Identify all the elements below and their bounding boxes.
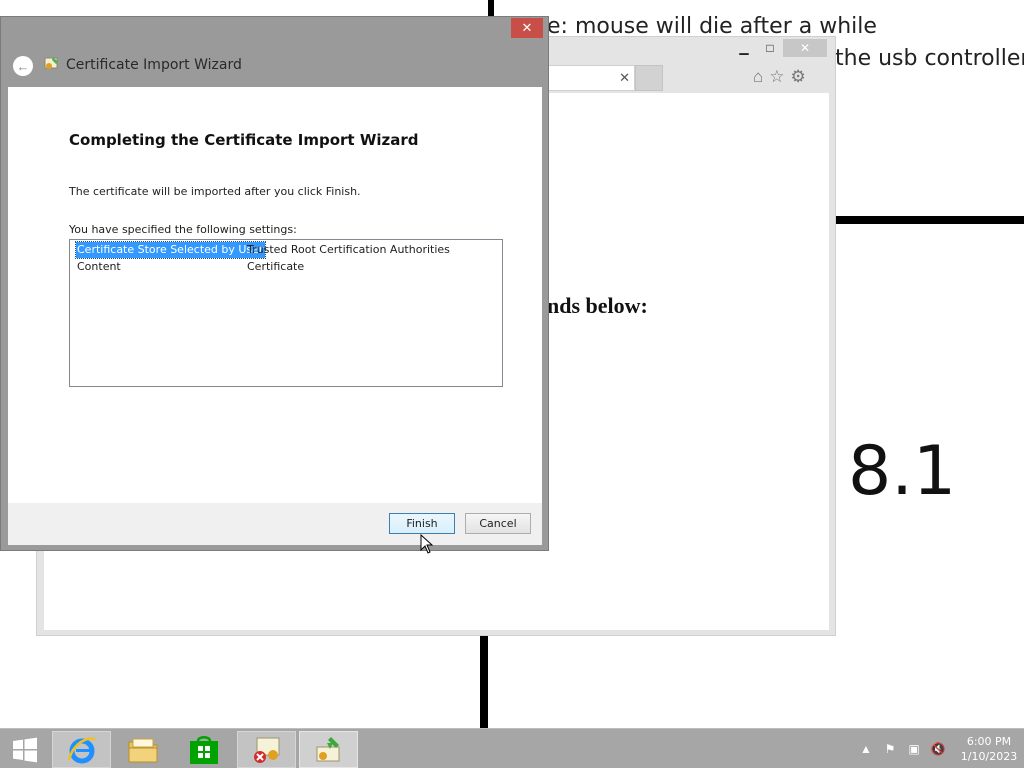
show-hidden-icons-chevron-icon[interactable]: ▲ [854, 737, 878, 761]
tab-close-icon[interactable]: ✕ [619, 70, 630, 86]
info-text: The certificate will be imported after y… [69, 185, 361, 198]
dialog-body: Completing the Certificate Import Wizard… [8, 87, 542, 503]
internet-explorer-icon [67, 736, 96, 763]
wallpaper-line-right [836, 216, 1024, 224]
back-arrow-icon[interactable]: ← [13, 56, 33, 76]
setting-key: Content [77, 260, 121, 273]
dialog-footer: Finish Cancel [8, 503, 542, 545]
new-tab-button[interactable] [635, 65, 663, 91]
wallpaper-text-line-2: the usb controller [835, 46, 1024, 71]
certificate-import-wizard-icon [316, 736, 339, 761]
system-tray: ▲ ⚑ ▣ 🔇 6:00 PM 1/10/2023 [854, 729, 1024, 768]
browser-close-button[interactable]: ✕ [783, 39, 827, 57]
setting-value: Certificate [247, 260, 305, 273]
network-icon[interactable]: ▣ [902, 737, 926, 761]
store-icon [189, 735, 218, 764]
taskbar-certificate-import-wizard[interactable] [299, 731, 358, 768]
wizard-heading: Completing the Certificate Import Wizard [69, 131, 419, 149]
dialog-title: Certificate Import Wizard [66, 57, 242, 73]
setting-value: Trusted Root Certification Authorities [247, 243, 450, 256]
clock-time: 6:00 PM [966, 735, 1012, 748]
finish-button[interactable]: Finish [389, 513, 455, 534]
taskbar-store[interactable] [174, 731, 233, 768]
taskbar: ▲ ⚑ ▣ 🔇 6:00 PM 1/10/2023 [0, 728, 1024, 768]
mouse-cursor-icon [420, 534, 434, 554]
browser-tab[interactable]: ✕ [547, 65, 635, 91]
dialog-close-button[interactable]: ✕ [511, 18, 543, 38]
favorites-star-icon[interactable]: ☆ [769, 67, 784, 87]
settings-gear-icon[interactable]: ⚙ [791, 67, 806, 87]
browser-toolbar: ⌂ ☆ ⚙ [753, 67, 806, 87]
home-icon[interactable]: ⌂ [753, 67, 763, 87]
settings-label: You have specified the following setting… [69, 223, 297, 236]
start-icon [13, 737, 37, 762]
minimize-button[interactable]: ▁ [731, 39, 757, 57]
volume-muted-icon[interactable]: 🔇 [926, 737, 950, 761]
setting-key: Certificate Store Selected by User [74, 241, 267, 259]
cancel-button[interactable]: Cancel [465, 513, 531, 534]
maximize-button[interactable]: □ [757, 39, 783, 57]
page-heading-fragment: nds below: [547, 293, 648, 318]
certificate-wizard-icon [44, 57, 58, 69]
taskbar-file-explorer[interactable] [113, 731, 172, 768]
action-center-flag-icon[interactable]: ⚑ [878, 737, 902, 761]
certificate-manager-icon [253, 737, 279, 763]
certificate-import-wizard-dialog: ✕ ← Certificate Import Wizard Completing… [0, 16, 549, 551]
wallpaper-version-text: 8.1 [848, 432, 957, 511]
browser-window-controls: ▁ □ ✕ [731, 39, 827, 57]
clock-date: 1/10/2023 [960, 750, 1018, 763]
file-explorer-icon [128, 738, 157, 762]
start-button[interactable] [0, 731, 50, 768]
taskbar-internet-explorer[interactable] [52, 731, 111, 768]
settings-list[interactable]: Certificate Store Selected by User Trust… [69, 239, 503, 387]
clock[interactable]: 6:00 PM 1/10/2023 [954, 734, 1024, 764]
taskbar-certificate-manager[interactable] [237, 731, 296, 768]
